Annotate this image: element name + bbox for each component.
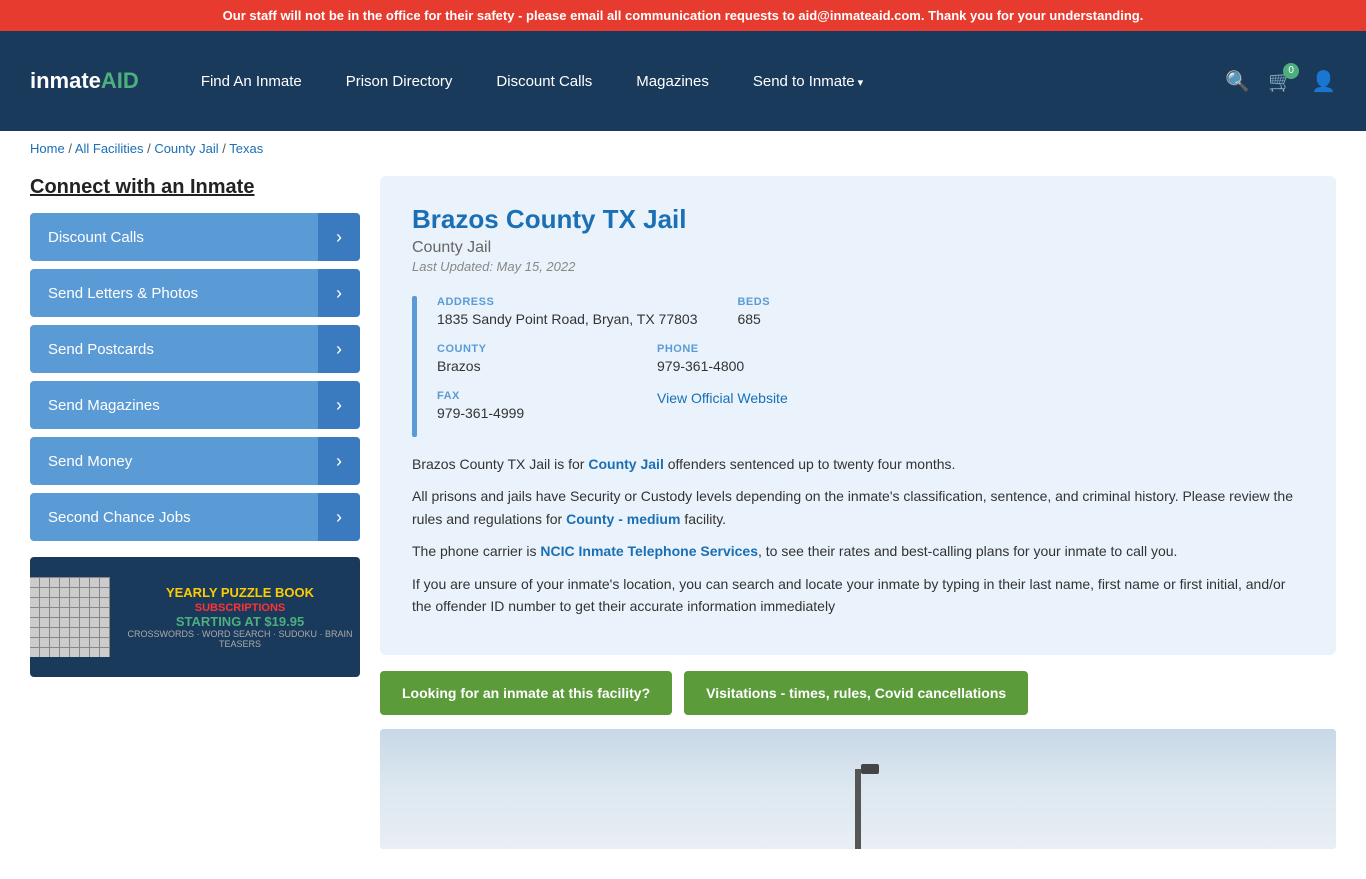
breadcrumb: Home / All Facilities / County Jail / Te…	[0, 131, 1366, 166]
sidebar-btn-arrow-second-chance: ›	[318, 493, 360, 541]
desc-para-4: If you are unsure of your inmate's locat…	[412, 573, 1304, 618]
nav-find-inmate[interactable]: Find An Inmate	[179, 63, 324, 100]
ad-price: STARTING AT $19.95	[120, 614, 360, 629]
address-label: ADDRESS	[437, 296, 697, 308]
sidebar-btn-arrow-send-magazines: ›	[318, 381, 360, 429]
facility-type: County Jail	[412, 239, 1304, 257]
sidebar-btn-label-send-postcards: Send Postcards	[30, 341, 318, 358]
sidebar-ad[interactable]: YEARLY PUZZLE BOOK SUBSCRIPTIONS STARTIN…	[30, 557, 360, 677]
sidebar-btn-arrow-send-money: ›	[318, 437, 360, 485]
fax-label: FAX	[437, 390, 617, 402]
desc-para-1: Brazos County TX Jail is for County Jail…	[412, 453, 1304, 475]
breadcrumb-all-facilities[interactable]: All Facilities	[75, 141, 144, 156]
logo-text: inmateAID	[30, 68, 139, 93]
user-icon[interactable]: 👤	[1311, 69, 1336, 94]
detail-phone: PHONE 979-361-4800	[657, 343, 837, 374]
looking-for-inmate-button[interactable]: Looking for an inmate at this facility?	[380, 671, 672, 715]
ad-title: YEARLY PUZZLE BOOK	[120, 585, 360, 602]
county-jail-link[interactable]: County Jail	[588, 456, 663, 472]
ad-sub: SUBSCRIPTIONS	[120, 602, 360, 614]
nav-icons: 🔍 🛒 0 👤	[1225, 69, 1336, 94]
sidebar-btn-arrow-send-letters: ›	[318, 269, 360, 317]
visitations-button[interactable]: Visitations - times, rules, Covid cancel…	[684, 671, 1028, 715]
website-link[interactable]: View Official Website	[657, 390, 788, 406]
facility-name: Brazos County TX Jail	[412, 204, 1304, 235]
facility-section: Brazos County TX Jail County Jail Last U…	[380, 176, 1336, 849]
search-icon[interactable]: 🔍	[1225, 69, 1250, 94]
sidebar-btn-label-send-money: Send Money	[30, 453, 318, 470]
facility-sky-bg	[380, 729, 1336, 849]
breadcrumb-texas[interactable]: Texas	[229, 141, 263, 156]
sidebar-btn-arrow-send-postcards: ›	[318, 325, 360, 373]
alert-text: Our staff will not be in the office for …	[223, 8, 1144, 23]
sidebar-btn-label-send-letters: Send Letters & Photos	[30, 285, 318, 302]
breadcrumb-county-jail[interactable]: County Jail	[154, 141, 218, 156]
detail-row-3: FAX 979-361-4999 View Official Website	[437, 390, 1304, 421]
logo[interactable]: inmateAID	[30, 68, 139, 94]
detail-row-2: COUNTY Brazos PHONE 979-361-4800	[437, 343, 1304, 374]
ad-text-block: YEARLY PUZZLE BOOK SUBSCRIPTIONS STARTIN…	[120, 585, 360, 649]
detail-beds: BEDS 685	[737, 296, 917, 327]
county-value: Brazos	[437, 358, 617, 374]
sidebar-btn-label-send-magazines: Send Magazines	[30, 397, 318, 414]
main-content: Connect with an Inmate Discount Calls › …	[0, 166, 1366, 879]
detail-county: COUNTY Brazos	[437, 343, 617, 374]
fax-value: 979-361-4999	[437, 405, 617, 421]
sidebar-btn-label-second-chance: Second Chance Jobs	[30, 509, 318, 526]
sidebar-btn-second-chance[interactable]: Second Chance Jobs ›	[30, 493, 360, 541]
beds-label: BEDS	[737, 296, 917, 308]
facility-card: Brazos County TX Jail County Jail Last U…	[380, 176, 1336, 655]
county-medium-link[interactable]: County - medium	[566, 511, 680, 527]
sidebar-btn-discount-calls[interactable]: Discount Calls ›	[30, 213, 360, 261]
county-label: COUNTY	[437, 343, 617, 355]
facility-image	[380, 729, 1336, 849]
detail-fax: FAX 979-361-4999	[437, 390, 617, 421]
ad-types: CROSSWORDS · WORD SEARCH · SUDOKU · BRAI…	[120, 629, 360, 649]
sidebar-btn-send-magazines[interactable]: Send Magazines ›	[30, 381, 360, 429]
facility-updated: Last Updated: May 15, 2022	[412, 259, 1304, 274]
phone-value: 979-361-4800	[657, 358, 837, 374]
detail-row-1: ADDRESS 1835 Sandy Point Road, Bryan, TX…	[437, 296, 1304, 327]
sidebar: Connect with an Inmate Discount Calls › …	[30, 176, 360, 849]
phone-label: PHONE	[657, 343, 837, 355]
detail-blue-bar	[412, 296, 417, 437]
sidebar-btn-send-postcards[interactable]: Send Postcards ›	[30, 325, 360, 373]
cart-badge: 0	[1283, 63, 1299, 79]
nav-send-to-inmate[interactable]: Send to Inmate	[731, 63, 885, 100]
detail-website: View Official Website	[657, 390, 837, 421]
beds-value: 685	[737, 311, 917, 327]
light-image	[861, 764, 879, 774]
nav-magazines[interactable]: Magazines	[614, 63, 731, 100]
sidebar-title: Connect with an Inmate	[30, 176, 360, 199]
sidebar-btn-send-letters[interactable]: Send Letters & Photos ›	[30, 269, 360, 317]
detail-address: ADDRESS 1835 Sandy Point Road, Bryan, TX…	[437, 296, 697, 327]
cta-buttons: Looking for an inmate at this facility? …	[380, 671, 1336, 715]
cart-icon[interactable]: 🛒 0	[1268, 69, 1293, 94]
desc-para-2: All prisons and jails have Security or C…	[412, 485, 1304, 530]
sidebar-btn-arrow-discount-calls: ›	[318, 213, 360, 261]
header: inmateAID Find An Inmate Prison Director…	[0, 31, 1366, 131]
pole-image	[855, 769, 861, 849]
nav-prison-directory[interactable]: Prison Directory	[324, 63, 475, 100]
sidebar-btn-label-discount-calls: Discount Calls	[30, 229, 318, 246]
breadcrumb-home[interactable]: Home	[30, 141, 65, 156]
sidebar-btn-send-money[interactable]: Send Money ›	[30, 437, 360, 485]
address-value: 1835 Sandy Point Road, Bryan, TX 77803	[437, 311, 697, 327]
ad-puzzle-image	[30, 577, 110, 657]
desc-para-3: The phone carrier is NCIC Inmate Telepho…	[412, 540, 1304, 562]
ncic-link[interactable]: NCIC Inmate Telephone Services	[540, 543, 758, 559]
alert-banner: Our staff will not be in the office for …	[0, 0, 1366, 31]
nav-discount-calls[interactable]: Discount Calls	[474, 63, 614, 100]
main-nav: Find An Inmate Prison Directory Discount…	[179, 63, 1225, 100]
